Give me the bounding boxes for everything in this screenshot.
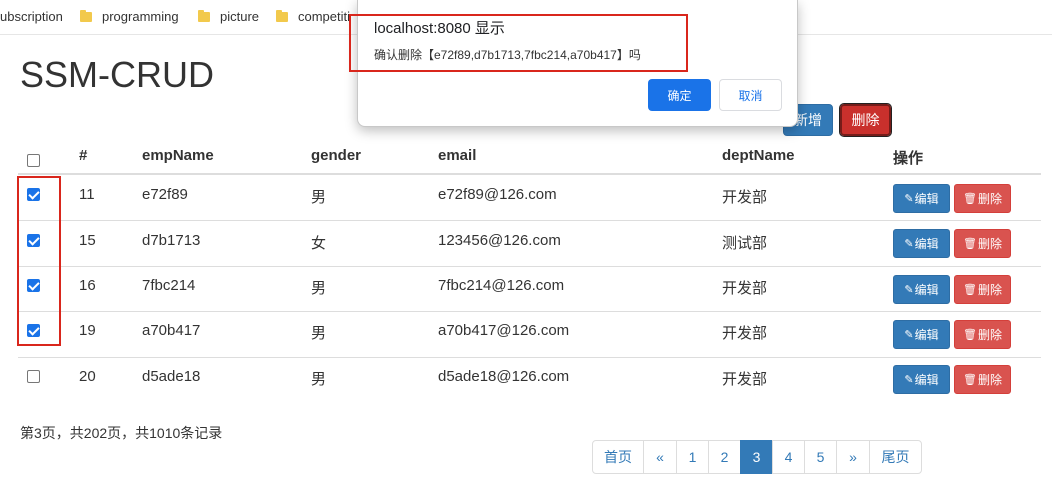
delete-button[interactable]: 🗑 删除 [954,275,1011,304]
delete-label: 删除 [977,283,1002,297]
bookmark-item[interactable]: picture [198,9,259,24]
cell-gender: 男 [311,189,327,206]
delete-button[interactable]: 🗑 删除 [954,184,1011,213]
row-checkbox[interactable] [27,370,40,383]
column-header-actions: 操作 [893,150,924,167]
edit-button[interactable]: ✎ 编辑 [893,229,950,258]
pagination-page[interactable]: 2 [708,440,741,474]
delete-label: 删除 [977,373,1002,387]
edit-label: 编辑 [914,192,939,206]
cell-deptname: 开发部 [722,280,768,297]
delete-label: 删除 [977,237,1002,251]
cell-email: 123456@126.com [438,232,561,249]
folder-icon [276,9,288,22]
bookmark-label: ubscription [0,9,63,24]
pagination-page[interactable]: 1 [676,440,709,474]
dialog-highlight-box [349,14,688,72]
row-divider [18,220,1041,221]
table-header-divider [18,173,1041,175]
delete-label: 删除 [977,328,1002,342]
cell-gender: 男 [311,280,327,297]
cell-empname: 7fbc214 [142,277,196,294]
cell-deptname: 开发部 [722,325,768,342]
trash-icon: 🗑 [963,238,977,250]
edit-label: 编辑 [914,283,939,297]
cell-id: 16 [79,277,96,294]
pencil-icon: ✎ [904,329,914,341]
cell-empname: d7b1713 [142,232,201,249]
edit-button[interactable]: ✎ 编辑 [893,365,950,394]
dialog-cancel-button[interactable]: 取消 [719,79,782,111]
row-divider [18,357,1041,358]
cell-gender: 女 [311,235,327,252]
page-title: SSM-CRUD [20,54,214,95]
cell-deptname: 开发部 [722,189,768,206]
bookmark-label: picture [220,9,260,24]
pagination-first[interactable]: 首页 [592,440,644,474]
bookmark-item[interactable]: ubscription [0,9,63,24]
cell-email: d5ade18@126.com [438,368,570,385]
cell-email: e72f89@126.com [438,186,557,203]
cell-deptname: 测试部 [722,235,768,252]
edit-label: 编辑 [914,373,939,387]
trash-icon: 🗑 [963,193,977,205]
edit-button[interactable]: ✎ 编辑 [893,320,950,349]
pagination-prev[interactable]: « [643,440,677,474]
trash-icon: 🗑 [963,374,977,386]
cell-email: a70b417@126.com [438,322,570,339]
dialog-ok-button[interactable]: 确定 [648,79,711,111]
checkbox-highlight-box [17,176,61,346]
pagination-page-active[interactable]: 3 [740,440,773,474]
pencil-icon: ✎ [904,374,914,386]
delete-label: 删除 [977,192,1002,206]
column-header-id: # [79,147,88,164]
pagination-page[interactable]: 4 [772,440,805,474]
edit-label: 编辑 [914,237,939,251]
cell-id: 20 [79,368,96,385]
cell-gender: 男 [311,371,327,388]
pencil-icon: ✎ [904,284,914,296]
bookmark-label: programming [102,9,179,24]
page-info: 第3页，共202页，共1010条记录 [20,425,223,441]
edit-label: 编辑 [914,328,939,342]
cell-id: 11 [79,186,95,203]
delete-button[interactable]: 🗑 删除 [954,229,1011,258]
cell-empname: d5ade18 [142,368,201,385]
cell-id: 19 [79,322,96,339]
cell-gender: 男 [311,325,327,342]
column-header-email: email [438,147,477,164]
edit-button[interactable]: ✎ 编辑 [893,275,950,304]
bookmark-label: competiti [298,9,351,24]
trash-icon: 🗑 [963,284,977,296]
bookmark-item[interactable]: competiti [276,9,350,24]
cell-id: 15 [79,232,96,249]
column-header-deptname: deptName [722,147,795,164]
delete-all-button[interactable]: 删除 [839,103,892,137]
delete-button[interactable]: 🗑 删除 [954,365,1011,394]
trash-icon: 🗑 [963,329,977,341]
pencil-icon: ✎ [904,193,914,205]
pagination-last[interactable]: 尾页 [869,440,922,474]
pagination: 首页 « 1 2 3 4 5 » 尾页 [592,440,922,474]
pagination-page[interactable]: 5 [804,440,837,474]
pagination-next[interactable]: » [836,440,870,474]
row-divider [18,266,1041,267]
folder-icon [80,9,92,22]
pencil-icon: ✎ [904,238,914,250]
cell-deptname: 开发部 [722,371,768,388]
cell-email: 7fbc214@126.com [438,277,565,294]
cell-empname: e72f89 [142,186,188,203]
column-header-empname: empName [142,147,214,164]
select-all-checkbox[interactable] [27,154,40,167]
cell-empname: a70b417 [142,322,201,339]
edit-button[interactable]: ✎ 编辑 [893,184,950,213]
folder-icon [198,9,210,22]
column-header-gender: gender [311,147,362,164]
row-divider [18,311,1041,312]
bookmark-item[interactable]: programming [80,9,179,24]
delete-button[interactable]: 🗑 删除 [954,320,1011,349]
